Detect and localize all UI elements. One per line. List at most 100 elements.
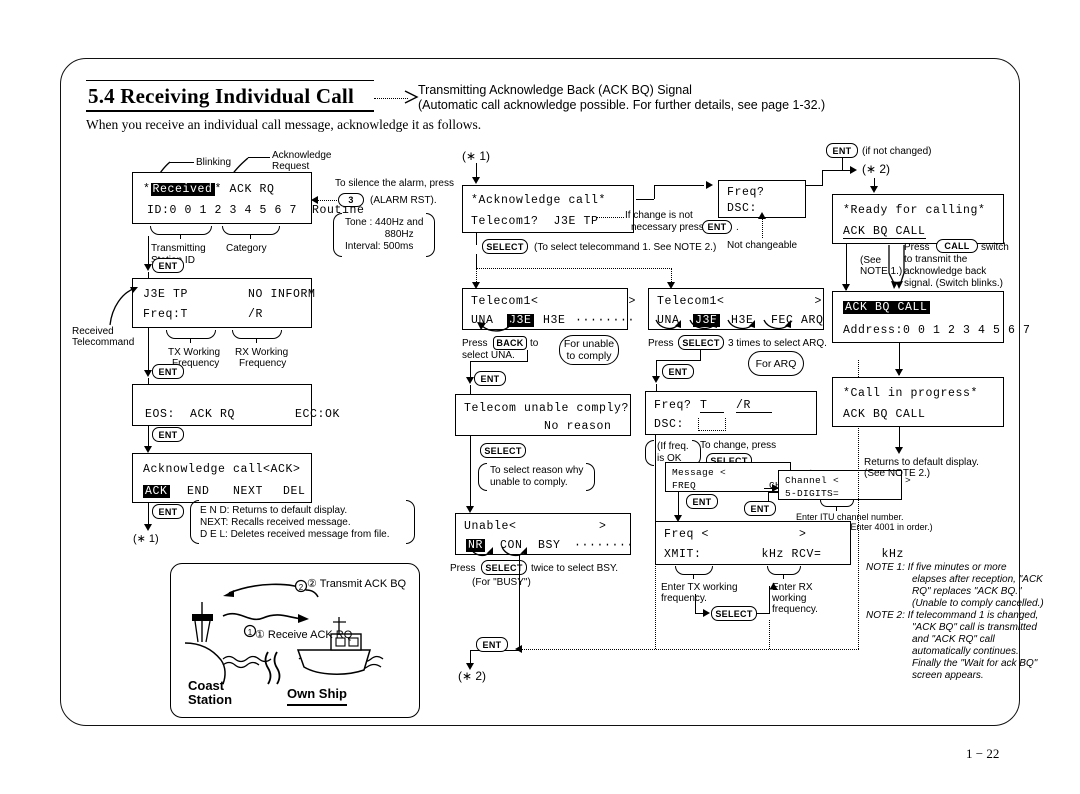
rx-select-v	[769, 586, 770, 614]
screen-freq-dsc-label: Freq?	[654, 399, 692, 412]
paren-reason-l1: To select reason why	[490, 465, 584, 476]
key-select-mid-3[interactable]: SELECT	[481, 560, 527, 575]
screen-telecom1-left-line1: Telecom1< >	[471, 295, 637, 308]
tone-line2: 880Hz	[384, 229, 414, 240]
note-line-9: screen appears.	[912, 670, 984, 681]
key-select-mid-4-label: SELECT	[682, 337, 720, 348]
screen-freq-entry: Freq < > XMIT: kHz RCV= kHz	[655, 521, 903, 565]
key-select-mid-4[interactable]: SELECT	[678, 335, 724, 350]
screen-telecommand-line1: J3E TP NO INFORM	[143, 288, 316, 301]
screen-unable-line1: Unable< >	[464, 520, 607, 533]
brace-tx-entry	[675, 566, 713, 579]
label-rx-working-l2: Frequency	[239, 358, 287, 369]
key-ent-2[interactable]: ENT	[152, 364, 184, 379]
freq-q-out-h	[806, 185, 822, 186]
freq-q-out-v	[822, 170, 823, 186]
flow-line-2	[148, 328, 149, 374]
key-select-mid-6[interactable]: SELECT	[711, 606, 757, 621]
press-select-3times-b: 3 times to select ARQ.	[728, 338, 827, 349]
brace-channel-digits	[820, 500, 854, 511]
screen-channel-line2: 5-DIGITS=	[785, 488, 840, 499]
note-line-6: and "ACK RQ" call	[912, 634, 995, 645]
label-transmitting-station-id-l1: Transmitting	[151, 243, 206, 254]
unable-flow-v	[470, 436, 471, 510]
key-select-mid-1[interactable]: SELECT	[482, 239, 528, 254]
key-call[interactable]: CALL	[936, 239, 978, 253]
screen-received-star-left: *	[143, 183, 151, 196]
enter-tx-l2: frequency.	[661, 593, 707, 604]
bubble-for-unable-to-comply: For unable to comply	[559, 335, 619, 365]
freq-q-in-arrow	[706, 181, 713, 189]
bubble-unable-l2: to comply	[566, 350, 612, 362]
freq-q-out-h2	[822, 170, 852, 171]
brace-rx-working	[232, 330, 282, 343]
flow-arrow-3	[144, 446, 152, 453]
to-change-press: To change, press	[700, 440, 777, 451]
note-line-5: "ACK BQ" call is transmitted	[912, 622, 1037, 633]
note-line-7: automatically continues.	[912, 646, 1019, 657]
bubble-for-arq: For ARQ	[748, 351, 804, 376]
call-pointer-icon	[888, 245, 905, 289]
opt-next: NEXT	[233, 485, 264, 498]
key-ent-right[interactable]: ENT	[826, 143, 858, 158]
label-receive-ack-rq: ① Receive ACK RQ	[255, 629, 353, 641]
legend-end: E N D: Returns to default display.	[200, 505, 348, 516]
flow-arrow-2	[144, 370, 152, 377]
opt-del: DEL	[283, 485, 306, 498]
telecom-right-select-arrows-icon	[655, 319, 791, 330]
ackbq-flow-arrow	[895, 369, 903, 376]
dsc-dotted-field	[698, 418, 726, 431]
key-3[interactable]: 3	[338, 193, 364, 207]
not-changeable-v	[762, 218, 763, 238]
notes-block: NOTE 1: If five minutes or more elapses …	[866, 562, 1066, 682]
arq-h	[656, 360, 701, 361]
ch-branch-v	[768, 492, 769, 501]
note-line-0: NOTE 1: If five minutes or more	[866, 562, 1007, 573]
key-ent-mid-4[interactable]: ENT	[662, 364, 694, 379]
screen-received-rest: * ACK RQ	[214, 183, 275, 196]
back-key-arrow	[466, 377, 474, 384]
svg-text:1: 1	[248, 628, 253, 637]
received-telecommand-arrow-icon	[109, 287, 138, 326]
flow-arrow-1	[144, 264, 152, 271]
alarm-note-line2: (ALARM RST).	[370, 195, 437, 206]
key-ent-mid-3[interactable]: ENT	[476, 637, 508, 652]
key-ent-4[interactable]: ENT	[152, 504, 184, 519]
key-ent-mid-1[interactable]: ENT	[702, 220, 732, 234]
ent-right-v	[842, 158, 843, 170]
if-not-changed-label: (if not changed)	[862, 146, 932, 157]
key-ent-mid-2[interactable]: ENT	[474, 371, 506, 386]
key-ent-mid-5[interactable]: ENT	[686, 494, 718, 509]
opt-end: END	[187, 485, 210, 498]
header-leader	[374, 98, 408, 99]
svg-text:2: 2	[299, 583, 304, 592]
mid-flow-branch-h	[476, 268, 672, 269]
screen-received-line2: ID:0 0 1 2 3 4 5 6 7 Routine	[147, 204, 365, 217]
key-select-mid-2[interactable]: SELECT	[480, 443, 526, 458]
screen-received-inverse-label: Received	[150, 183, 215, 196]
star-1-middle: (∗ 1)	[462, 149, 491, 163]
rx-select-arrow	[769, 582, 778, 590]
key-ent-3[interactable]: ENT	[152, 427, 184, 442]
screen-acknowledge-call: *Acknowledge call* Telecom1? J3E TP	[462, 185, 634, 233]
back-key-h	[470, 361, 528, 362]
key-ent-mid-6[interactable]: ENT	[744, 501, 776, 516]
title-rule-top	[86, 80, 374, 81]
intro-text: When you receive an individual call mess…	[86, 117, 482, 132]
mid-flow-in-arrow	[472, 177, 480, 184]
press-call-l2: to transmit the	[904, 254, 968, 265]
screen-unable-comply-line1: Telecom unable comply?	[464, 402, 630, 415]
label-category: Category	[226, 243, 267, 254]
key-back[interactable]: BACK	[493, 336, 527, 350]
enter-rx-l3: frequency.	[772, 604, 818, 615]
freq-q-in-h1	[636, 199, 654, 200]
press-select-twice-b: twice to select BSY.	[531, 563, 619, 574]
legend-del: D E L: Deletes received message from fil…	[200, 529, 390, 540]
unable-flow-arrow	[466, 506, 474, 513]
rail-left-v	[655, 527, 656, 649]
back-key-drop	[527, 350, 528, 361]
note-if-change-l2: necessary press	[631, 222, 704, 233]
arq-arrow	[652, 376, 660, 383]
key-ent-1[interactable]: ENT	[152, 258, 184, 273]
callout-ack-line	[248, 157, 270, 158]
